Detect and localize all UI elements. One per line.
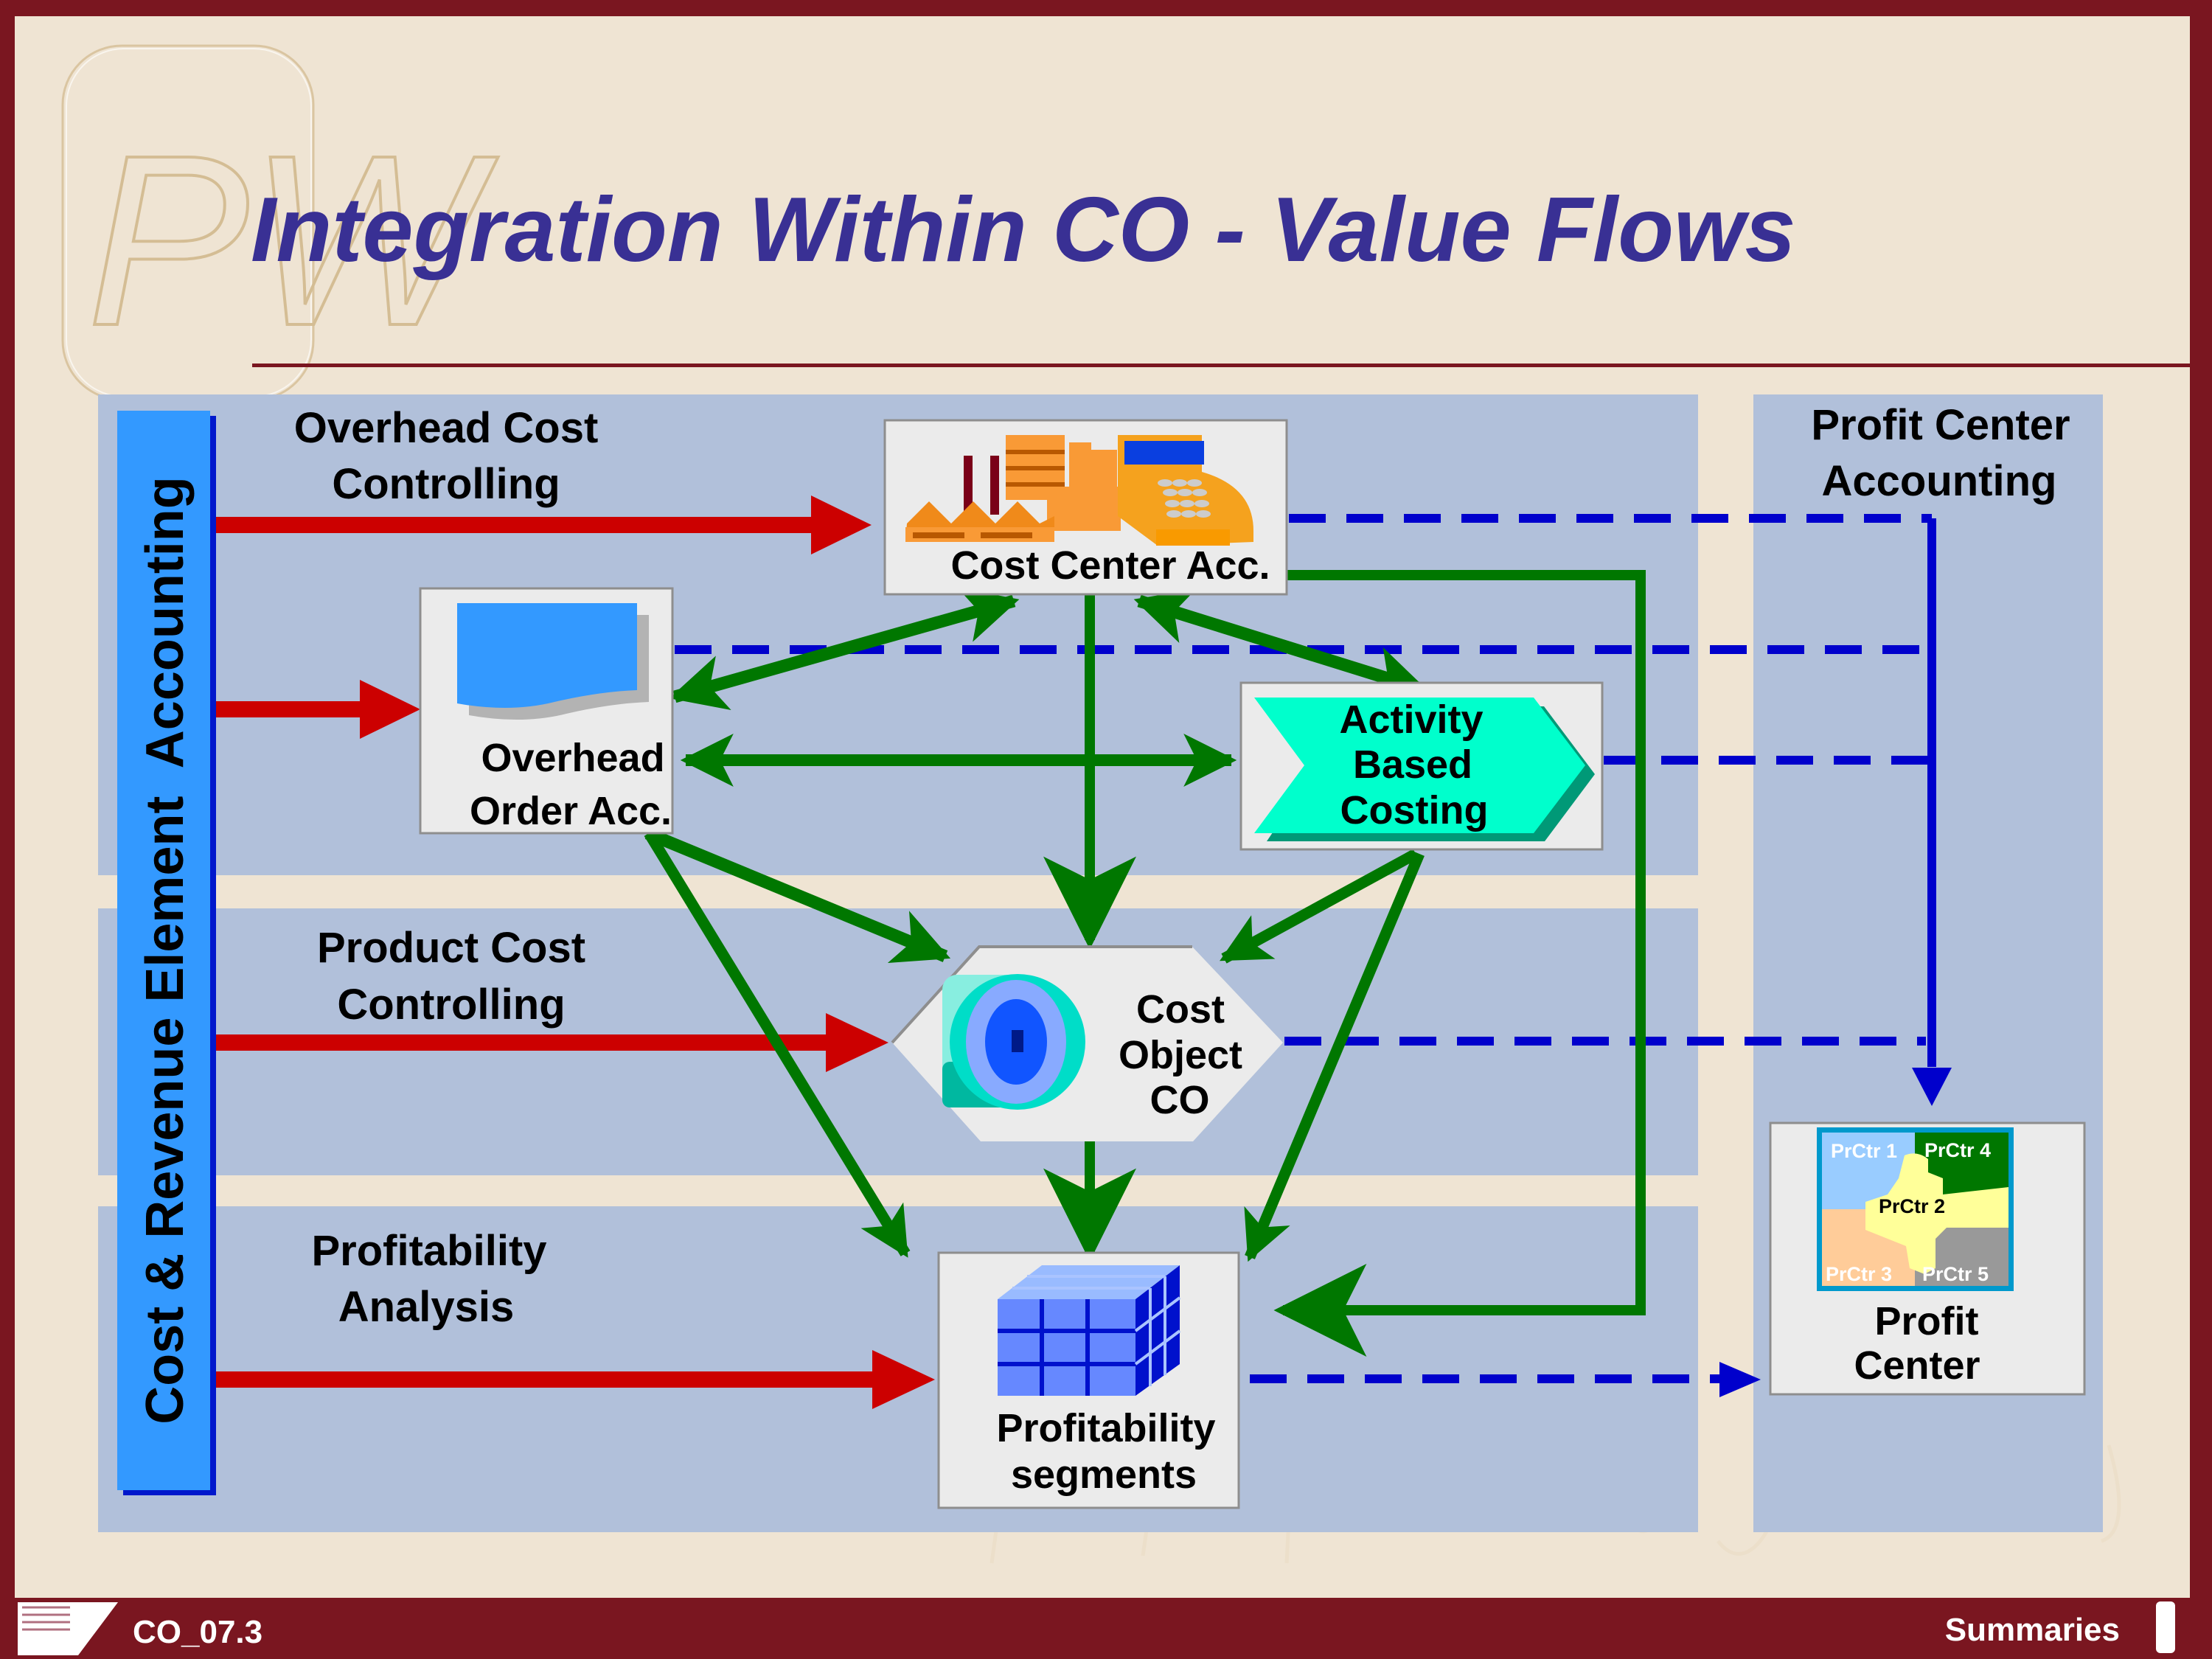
footer-section: Summaries [1945,1612,2120,1648]
prctr-5-label: PrCtr 5 [1922,1263,1989,1285]
node-abc[interactable]: Activity Based Costing [1239,681,1604,851]
cost-revenue-element-label: Cost & Revenue Element Accounting [136,476,195,1425]
right-panel-label-2: Accounting [1822,457,2057,505]
node-profit-center[interactable]: PrCtr 1 PrCtr 4 PrCtr 2 PrCtr 3 PrCtr 5 … [1769,1121,2086,1396]
cost-object-label-3: CO [1150,1078,1210,1122]
profitability-segments-label-1: Profitability [996,1406,1215,1450]
node-cost-center[interactable]: Cost Center Acc. [883,419,1288,596]
prctr-4-label: PrCtr 4 [1924,1139,1991,1161]
title-divider [252,364,2190,367]
overhead-order-label-1: Overhead [481,736,664,780]
footer-code: CO_07.3 [133,1614,262,1650]
node-overhead-order[interactable]: Overhead Order Acc. [419,587,674,835]
abc-label-2: Based [1353,742,1472,787]
blue-flow-trunk [1927,518,1936,1067]
right-panel-label-1: Profit Center [1811,401,2070,449]
abc-label-3: Costing [1340,788,1489,832]
band-overhead-label-1: Overhead Cost [294,404,599,452]
cost-revenue-element-bar: Cost & Revenue Element Accounting [117,411,216,1495]
profit-center-label-1: Profit [1875,1299,1979,1343]
prctr-2-label: PrCtr 2 [1879,1195,1945,1217]
profitability-segments-label-2: segments [1011,1453,1197,1497]
band-product-label-1: Product Cost [317,924,585,972]
overhead-order-label-2: Order Acc. [470,789,672,833]
gear-icon [942,974,1085,1110]
slide-canvas: PW Integration Within CO - Value Flows O… [0,0,2212,1659]
profit-center-label-2: Center [1854,1343,1980,1388]
node-profitability-segments[interactable]: Profitability segments [937,1251,1240,1509]
band-profitability-label-1: Profitability [311,1227,546,1275]
band-profitability-label-2: Analysis [338,1283,515,1331]
cost-object-label-2: Object [1119,1033,1242,1077]
band-overhead-label-2: Controlling [332,460,560,508]
prctr-3-label: PrCtr 3 [1826,1263,1892,1285]
cost-center-label: Cost Center Acc. [950,543,1270,588]
band-product-label-2: Controlling [337,981,565,1029]
footer-logo-icon [2156,1601,2175,1653]
puzzle-map-icon: PrCtr 1 PrCtr 4 PrCtr 2 PrCtr 3 PrCtr 5 [1817,1127,2014,1291]
cube-grid-icon [998,1265,1181,1396]
prctr-1-label: PrCtr 1 [1831,1140,1897,1162]
abc-label-1: Activity [1339,698,1483,742]
slide-title: Integration Within CO - Value Flows [251,179,1795,281]
cost-object-label-1: Cost [1136,987,1225,1032]
